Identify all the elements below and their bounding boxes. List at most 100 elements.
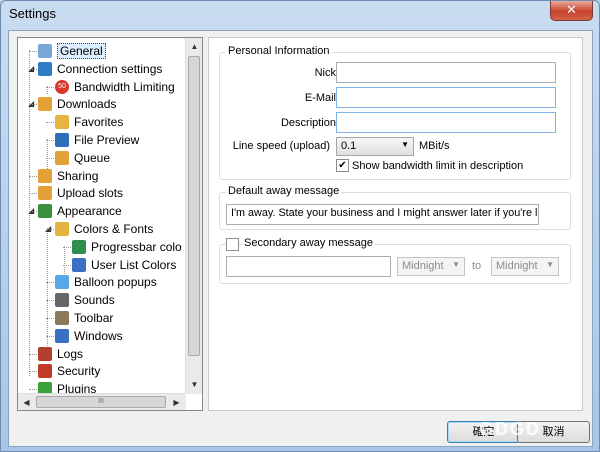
- tree-item-label: Upload slots: [57, 186, 124, 201]
- nick-label: Nick: [314, 67, 336, 79]
- tree-line: [46, 229, 54, 230]
- description-label: Description: [280, 117, 336, 129]
- tree-item-label: Sharing: [57, 168, 99, 183]
- sharing-icon: [38, 168, 52, 183]
- scroll-up-icon[interactable]: ▲: [186, 38, 202, 55]
- chevron-down-icon: ▼: [401, 140, 409, 149]
- tree-item-label: User List Colors: [91, 257, 177, 272]
- window-title: Settings: [9, 6, 56, 21]
- title-bar[interactable]: Settings ✕: [1, 1, 599, 27]
- email-input[interactable]: [336, 87, 556, 108]
- nick-input[interactable]: [336, 62, 556, 83]
- from-time-value: Midnight: [402, 260, 444, 272]
- tree-item-windows[interactable]: Windows: [55, 327, 123, 345]
- tree-line: [29, 51, 37, 52]
- tree-item-label: Security: [57, 364, 101, 379]
- line-speed-select[interactable]: 0.1 ▼: [336, 137, 414, 156]
- tree-item-label: Colors & Fonts: [74, 222, 154, 236]
- show-bandwidth-checkbox[interactable]: ✔: [336, 159, 349, 172]
- settings-window: Settings ✕ General ◢ Connection settings 50…: [0, 0, 600, 452]
- from-time-select[interactable]: Midnight ▼: [397, 257, 465, 276]
- tree-item-label: Toolbar: [74, 311, 114, 325]
- tree-item-label: Queue: [74, 150, 111, 165]
- windows-icon: [55, 328, 69, 343]
- to-time-value: Midnight: [496, 260, 538, 272]
- tree-line: [46, 300, 54, 302]
- close-button[interactable]: ✕: [550, 1, 593, 21]
- default-away-title: Default away message: [226, 185, 342, 197]
- favorites-icon: [55, 115, 69, 130]
- tree-line: [29, 104, 37, 106]
- tree-item-favorites[interactable]: Favorites: [55, 113, 123, 131]
- dialog-client: General ◢ Connection settings 50 Bandwidth L…: [8, 30, 593, 447]
- scroll-right-icon[interactable]: ▶: [168, 394, 185, 410]
- tree-item-downloads[interactable]: Downloads: [38, 95, 116, 113]
- personal-info-title: Personal Information: [226, 45, 332, 57]
- chevron-down-icon: ▼: [546, 260, 554, 269]
- upload-slots-icon: [38, 186, 52, 201]
- secondary-away-group: Secondary away message Midnight ▼ to Mid…: [219, 237, 571, 284]
- secondary-away-checkbox[interactable]: [226, 238, 239, 251]
- balloon-icon: [55, 275, 69, 290]
- line-speed-value: 0.1: [341, 140, 357, 152]
- watermark-text: GDGD: [479, 419, 541, 439]
- security-icon: [38, 364, 52, 379]
- tree-item-connection-settings[interactable]: Connection settings: [38, 60, 162, 78]
- tree-item-logs[interactable]: Logs: [38, 345, 83, 363]
- tree-item-security[interactable]: Security: [38, 362, 100, 380]
- tree-item-label: General: [57, 43, 106, 59]
- vertical-scroll-thumb[interactable]: [188, 56, 200, 356]
- scroll-left-icon[interactable]: ◀: [18, 394, 35, 410]
- tree-item-progressbar-colo[interactable]: Progressbar colo: [72, 238, 182, 256]
- tree-item-sharing[interactable]: Sharing: [38, 167, 98, 185]
- tree-item-bandwidth-limiting[interactable]: 50 Bandwidth Limiting: [55, 78, 175, 96]
- tree-item-file-preview[interactable]: File Preview: [55, 131, 139, 149]
- tree-line: [46, 86, 54, 88]
- line-speed-unit: MBit/s: [419, 140, 450, 152]
- queue-icon: [55, 150, 69, 165]
- tree-item-label: Favorites: [74, 115, 124, 130]
- secondary-away-title: Secondary away message: [242, 237, 376, 249]
- palette-icon: [55, 222, 69, 236]
- tree-line: [46, 157, 54, 159]
- tree-item-colors-fonts[interactable]: Colors & Fonts: [55, 220, 153, 238]
- secondary-away-input[interactable]: [226, 256, 391, 277]
- sounds-icon: [55, 293, 69, 308]
- tree-item-label: Logs: [57, 346, 84, 361]
- personal-info-group: Personal Information Nick E-Mail Descrip…: [219, 45, 571, 180]
- tree-line: [46, 335, 54, 337]
- tree-item-sounds[interactable]: Sounds: [55, 291, 115, 309]
- scroll-down-icon[interactable]: ▼: [186, 376, 202, 393]
- globe-icon: [38, 61, 52, 76]
- appearance-icon: [38, 204, 52, 219]
- horizontal-scroll-thumb[interactable]: III: [36, 396, 166, 408]
- tree-item-label: Connection settings: [57, 61, 163, 76]
- description-input[interactable]: [336, 112, 556, 133]
- tree-line: [29, 353, 37, 355]
- default-away-group: Default away message I'm away. State you…: [219, 185, 571, 230]
- tree-item-queue[interactable]: Queue: [55, 149, 110, 167]
- tree-item-user-list-colors[interactable]: User List Colors: [72, 256, 176, 274]
- away-message-input[interactable]: I'm away. State your business and I migh…: [226, 204, 539, 225]
- chevron-down-icon: ▼: [452, 260, 460, 269]
- tree-item-label: File Preview: [74, 133, 140, 147]
- tree-item-balloon-popups[interactable]: Balloon popups: [55, 273, 157, 291]
- tree-item-label: Downloads: [57, 97, 117, 112]
- tree-item-appearance[interactable]: Appearance: [38, 202, 122, 220]
- tree-item-toolbar[interactable]: Toolbar: [55, 309, 113, 327]
- tree-item-label: Balloon popups: [74, 275, 157, 290]
- to-time-select[interactable]: Midnight ▼: [491, 257, 559, 276]
- userlist-icon: [72, 257, 86, 272]
- progressbar-icon: [72, 239, 86, 254]
- tree-line: [63, 246, 71, 248]
- downloads-icon: [38, 97, 52, 112]
- tree-line: [29, 389, 37, 391]
- checkmark-icon: ✔: [338, 160, 347, 171]
- tree-horizontal-scrollbar[interactable]: ◀ III ▶: [18, 393, 186, 410]
- tree-item-upload-slots[interactable]: Upload slots: [38, 184, 123, 202]
- tree-line: [46, 140, 54, 141]
- tree-vertical-scrollbar[interactable]: ▲ ▼: [185, 38, 202, 394]
- tree-line: [29, 371, 37, 373]
- tree-item-general[interactable]: General: [38, 42, 106, 60]
- tools-icon: [55, 311, 69, 325]
